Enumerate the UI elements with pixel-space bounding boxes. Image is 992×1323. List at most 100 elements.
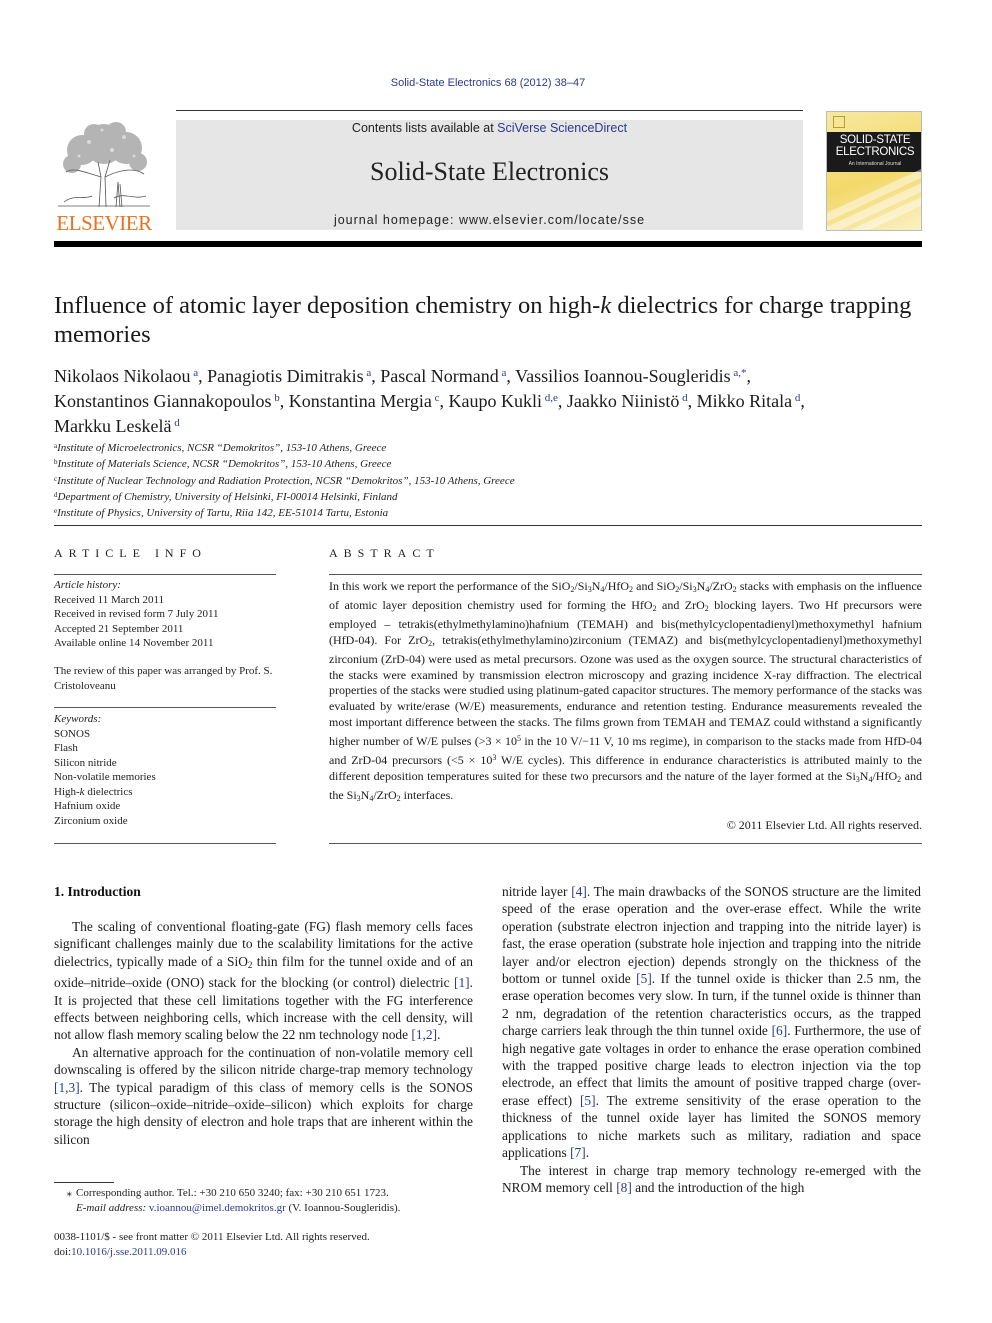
article-info-rule [54, 843, 276, 844]
keyword-item: High-k dielectrics [54, 785, 133, 798]
author-affiliation-link[interactable]: d [171, 417, 180, 429]
history-item: Available online 14 November 2011 [54, 637, 214, 649]
cover-emblem-icon [833, 116, 845, 128]
author-affiliation-link[interactable]: a [364, 367, 371, 379]
title-k: k [600, 292, 612, 319]
citation-reference-link[interactable]: [1] [454, 975, 470, 990]
author-affiliation-link[interactable]: a [191, 367, 198, 379]
journal-homepage-line: journal homepage: www.elsevier.com/locat… [176, 213, 803, 227]
author-name: Nikolaos Nikolaou [54, 366, 191, 386]
author-name: Jaakko Niinistö [566, 391, 680, 411]
email-link[interactable]: v.ioannou@imel.demokritos.gr [149, 1202, 286, 1214]
doi-prefix: doi: [54, 1245, 72, 1258]
citation-reference-link[interactable]: [1,3] [54, 1080, 80, 1095]
review-note: The review of this paper was arranged by… [54, 665, 273, 692]
body-paragraph: nitride layer [4]. The main drawbacks of… [502, 884, 921, 1161]
corresponding-text: Corresponding author. Tel.: +30 210 650 … [76, 1187, 389, 1199]
author-affiliation-link[interactable]: b [272, 392, 280, 404]
keyword-item: Hafnium oxide [54, 800, 121, 812]
asterisk-icon: ⁎ [66, 1187, 73, 1199]
affiliation-item: aInstitute of Microelectronics, NCSR “De… [54, 442, 387, 454]
affiliation-item: dDepartment of Chemistry, University of … [54, 490, 398, 503]
affiliation-list: aInstitute of Microelectronics, NCSR “De… [54, 439, 754, 520]
affiliation-item: eInstitute of Physics, University of Tar… [54, 507, 389, 520]
author-affiliation-link[interactable]: d [679, 392, 688, 404]
journal-masthead: Contents lists available at SciVerse Sci… [176, 120, 803, 230]
article-title: Influence of atomic layer deposition che… [54, 291, 934, 349]
affiliation-item: bInstitute of Materials Science, NCSR “D… [54, 458, 392, 471]
abstract-rule [329, 574, 922, 575]
citation-reference-link[interactable]: [7] [570, 1145, 586, 1160]
title-part1: Influence of atomic layer deposition che… [54, 292, 601, 319]
body-column-right: nitride layer [4]. The main drawbacks of… [502, 883, 921, 1196]
body-paragraph: The interest in charge trap memory techn… [502, 1162, 921, 1195]
body-paragraph: The scaling of conventional floating-gat… [54, 919, 473, 1043]
keywords-label: Keywords: [54, 713, 102, 725]
abstract-copyright: © 2011 Elsevier Ltd. All rights reserved… [726, 818, 922, 832]
article-info-rule [54, 574, 276, 575]
body-paragraph: An alternative approach for the continua… [54, 1044, 473, 1147]
corresponding-author-footnote: ⁎ Corresponding author. Tel.: +30 210 650… [54, 1186, 494, 1215]
article-info-heading: ARTICLE INFO [54, 546, 207, 560]
homepage-url[interactable]: www.elsevier.com/locate/sse [459, 213, 645, 227]
author-affiliation-link[interactable]: d,e [542, 392, 558, 404]
history-label: Article history: [54, 579, 121, 591]
affiliation-item: cInstitute of Nuclear Technology and Rad… [54, 474, 515, 487]
author-affiliation-link[interactable]: d [792, 392, 801, 404]
history-item: Accepted 21 September 2011 [54, 622, 184, 635]
citation-reference-link[interactable]: [8] [616, 1180, 632, 1195]
keyword-item: Flash [54, 742, 78, 754]
keyword-item: Zirconium oxide [54, 814, 128, 827]
keyword-item: Silicon nitride [54, 756, 117, 769]
abstract-heading: ABSTRACT [329, 546, 440, 560]
journal-name: Solid-State Electronics [369, 157, 609, 186]
contents-prefix: Contents lists available at [351, 121, 498, 135]
abstract-text: In this work we report the performance o… [329, 579, 923, 803]
author-name: Kaupo Kukli [448, 391, 543, 411]
section-heading-introduction: 1. Introduction [54, 884, 141, 899]
cover-title-line1: SOLID-STATE [839, 134, 911, 146]
author-name: Mikko Ritala [696, 391, 793, 411]
history-item: Received in revised form 7 July 2011 [54, 608, 219, 620]
header-thick-rule [54, 241, 922, 247]
author-list: Nikolaos Nikolaou a, Panagiotis Dimitrak… [54, 366, 805, 436]
issn-line: 0038-1101/$ - see front matter © 2011 El… [54, 1231, 370, 1243]
doi-link[interactable]: 10.1016/j.sse.2011.09.016 [71, 1246, 186, 1258]
email-label: E-mail address: [76, 1201, 147, 1214]
cover-subtitle: An International Journal [848, 161, 902, 167]
homepage-prefix: journal homepage: [333, 213, 459, 227]
citation-reference-link[interactable]: [1,2] [411, 1027, 437, 1042]
keyword-item: Non-volatile memories [54, 771, 156, 783]
citation-reference-link[interactable]: [5] [636, 971, 652, 986]
email-suffix: (V. Ioannou-Sougleridis). [285, 1201, 401, 1214]
citation-reference-link[interactable]: [6] [772, 1023, 788, 1038]
author-affiliation-link[interactable]: a,* [731, 367, 746, 379]
author-name: Pascal Normand [380, 366, 499, 386]
body-column-left: The scaling of conventional floating-gat… [54, 918, 473, 1148]
elsevier-wordmark: ELSEVIER [56, 211, 152, 235]
front-matter: 0038-1101/$ - see front matter © 2011 El… [54, 1230, 494, 1259]
article-info-rule [54, 707, 276, 708]
keywords-list: Keywords: SONOS Flash Silicon nitride No… [54, 712, 276, 828]
author-affiliation-link[interactable]: a [499, 367, 507, 379]
author-name: Markku Leskelä [54, 416, 172, 436]
footnote-rule [54, 1182, 114, 1183]
cover-title-line2: ELECTRONICS [835, 146, 915, 158]
citation-reference-link[interactable]: [4] [571, 884, 587, 899]
tree-icon [58, 122, 150, 208]
header-top-rule [176, 110, 803, 111]
author-affiliation-link[interactable]: c [432, 392, 440, 404]
keyword-item: SONOS [54, 727, 91, 740]
journal-citation-link[interactable]: Solid-State Electronics 68 (2012) 38–47 [0, 77, 976, 89]
journal-cover-thumbnail[interactable]: SOLID-STATE ELECTRONICS An International… [826, 111, 922, 231]
sciencedirect-link[interactable]: SciVerse ScienceDirect [497, 121, 627, 135]
author-name: Konstantinos Giannakopoulos [54, 391, 272, 411]
author-name: Vassilios Ioannou-Sougleridis [515, 366, 731, 386]
abstract-rule [329, 843, 922, 844]
citation-reference-link[interactable]: [5] [580, 1093, 596, 1108]
author-name: Konstantina Mergia [288, 391, 432, 411]
article-history: Article history: Received 11 March 2011 … [54, 578, 276, 651]
author-name: Panagiotis Dimitrakis [207, 366, 364, 386]
contents-availability-line: Contents lists available at SciVerse Sci… [176, 121, 803, 135]
history-item: Received 11 March 2011 [54, 593, 165, 606]
